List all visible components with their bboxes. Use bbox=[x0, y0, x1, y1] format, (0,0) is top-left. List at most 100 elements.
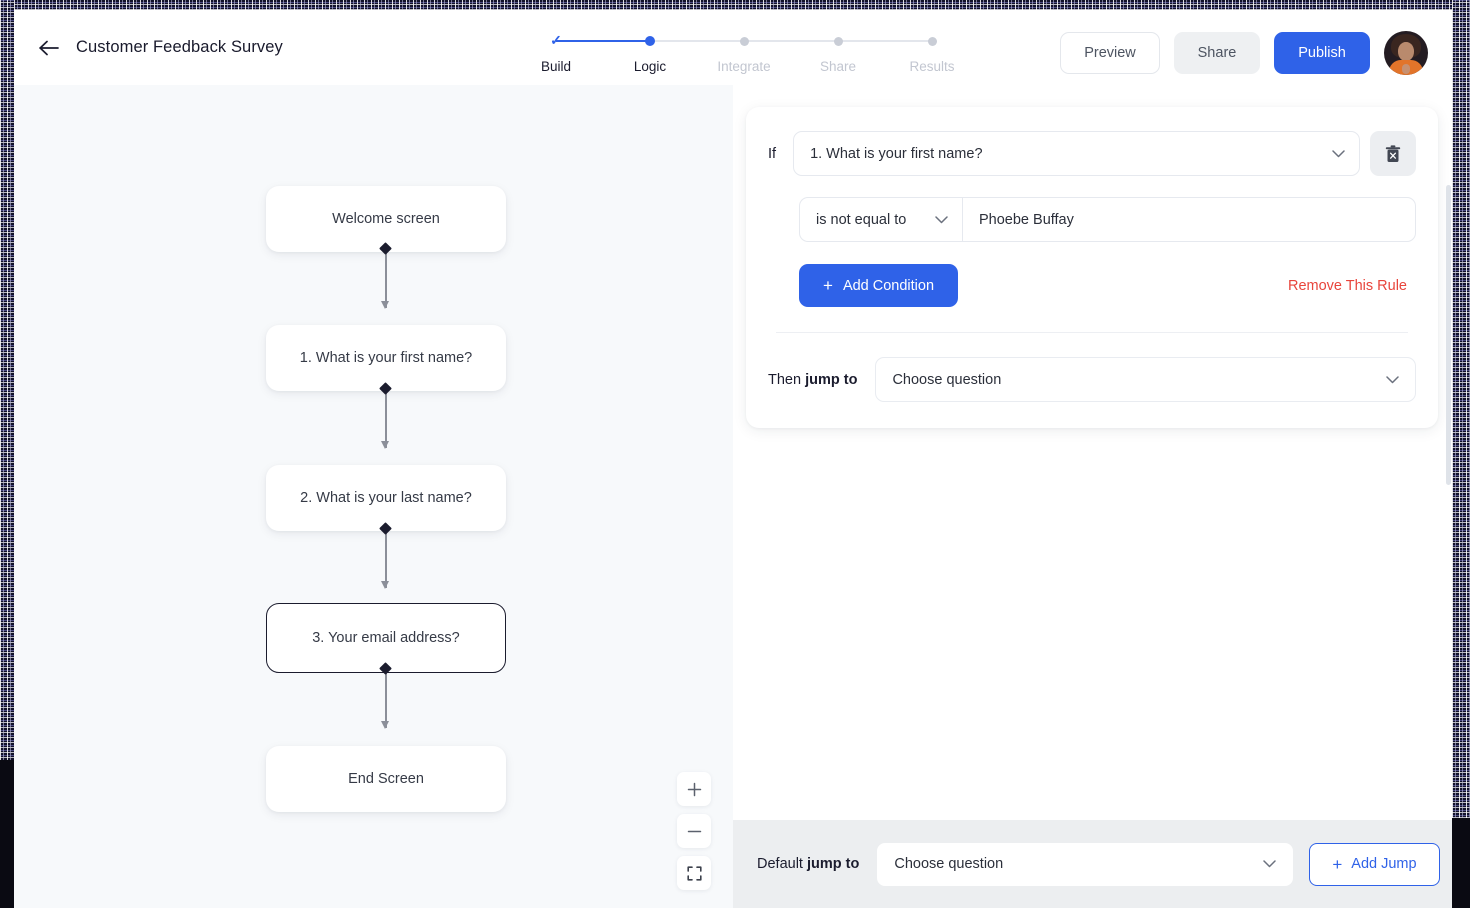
default-jump-bar: Default jump to Choose question + Add Ju… bbox=[733, 820, 1452, 908]
stepper-label-integrate: Integrate bbox=[717, 59, 770, 74]
logic-panel: If 1. What is your first name? bbox=[733, 85, 1452, 908]
flow-node-end-screen[interactable]: End Screen bbox=[266, 746, 506, 812]
stepper-line bbox=[650, 40, 744, 42]
rule-actions-row: + Add Condition Remove This Rule bbox=[799, 264, 1416, 307]
connector-line bbox=[385, 528, 387, 588]
flow-node-question-2[interactable]: 2. What is your last name? bbox=[266, 465, 506, 531]
app-root: Customer Feedback Survey ✓ Build Logic bbox=[0, 0, 1470, 908]
flow-node-label: 3. Your email address? bbox=[312, 630, 460, 646]
stepper-step-integrate[interactable]: Integrate bbox=[697, 32, 791, 74]
zoom-in-icon[interactable] bbox=[677, 772, 711, 806]
top-bar: Customer Feedback Survey ✓ Build Logic bbox=[14, 10, 1452, 85]
default-jump-to-select[interactable]: Choose question bbox=[877, 843, 1293, 886]
stepper-step-build[interactable]: ✓ Build bbox=[509, 32, 603, 74]
flow-node-label: 1. What is your first name? bbox=[300, 350, 472, 366]
connector-line bbox=[385, 248, 387, 308]
stepper-dot bbox=[928, 37, 937, 46]
header-actions: Preview Share Publish bbox=[1060, 31, 1428, 75]
edge-artifact-top bbox=[0, 0, 1470, 10]
stepper-label-share: Share bbox=[820, 59, 856, 74]
edge-artifact-left-band bbox=[0, 0, 14, 908]
stepper-label-build: Build bbox=[541, 59, 571, 74]
stepper-dot bbox=[834, 37, 843, 46]
stepper-line bbox=[744, 40, 838, 42]
preview-button[interactable]: Preview bbox=[1060, 32, 1160, 74]
add-jump-button[interactable]: + Add Jump bbox=[1309, 843, 1439, 886]
condition-operator-value: is not equal to bbox=[816, 212, 906, 228]
plus-icon: + bbox=[1332, 856, 1342, 873]
panel-scrollbar[interactable] bbox=[1446, 185, 1451, 485]
stepper: ✓ Build Logic Integrate bbox=[509, 32, 979, 84]
add-jump-label: Add Jump bbox=[1351, 856, 1416, 872]
trash-icon bbox=[1385, 145, 1401, 163]
flow-canvas[interactable]: Welcome screen 1. What is your first nam… bbox=[14, 85, 733, 908]
connector-line bbox=[385, 668, 387, 728]
avatar-hands bbox=[1402, 64, 1410, 74]
delete-rule-button[interactable] bbox=[1370, 131, 1416, 176]
plus-icon: + bbox=[823, 277, 833, 294]
default-jump-to-label: Default jump to bbox=[757, 856, 859, 872]
default-label-bold: jump to bbox=[807, 856, 859, 872]
condition-value-input[interactable]: Phoebe Buffay bbox=[962, 197, 1416, 242]
flow-node-question-1[interactable]: 1. What is your first name? bbox=[266, 325, 506, 391]
avatar[interactable] bbox=[1384, 31, 1428, 75]
default-label-normal: Default bbox=[757, 856, 807, 872]
check-icon: ✓ bbox=[550, 32, 562, 48]
stepper-step-logic[interactable]: Logic bbox=[603, 32, 697, 74]
stepper-label-logic: Logic bbox=[634, 59, 666, 74]
chevron-down-icon bbox=[1263, 856, 1276, 872]
then-label-normal: Then bbox=[768, 372, 805, 388]
then-jump-to-select[interactable]: Choose question bbox=[875, 357, 1416, 402]
connector-arrowhead bbox=[381, 721, 389, 729]
edge-artifact-left-solid bbox=[0, 760, 14, 908]
fit-to-screen-icon[interactable] bbox=[677, 856, 711, 890]
if-label: If bbox=[768, 146, 776, 162]
edge-artifact-right-solid bbox=[1452, 818, 1470, 908]
stepper-dot: ✓ bbox=[550, 32, 562, 50]
chevron-down-icon bbox=[1332, 148, 1345, 160]
remove-rule-link[interactable]: Remove This Rule bbox=[1288, 278, 1407, 294]
flow-connector-1 bbox=[385, 248, 386, 308]
condition-operator-select[interactable]: is not equal to bbox=[799, 197, 962, 242]
share-button[interactable]: Share bbox=[1174, 32, 1260, 74]
rule-then-row: Then jump to Choose question bbox=[768, 357, 1416, 402]
flow-node-label: Welcome screen bbox=[332, 211, 440, 227]
connector-arrowhead bbox=[381, 301, 389, 309]
stepper-label-results: Results bbox=[909, 59, 954, 74]
stepper-line bbox=[556, 40, 650, 42]
avatar-face bbox=[1398, 42, 1414, 61]
then-label-bold: jump to bbox=[805, 372, 857, 388]
flow-connector-3 bbox=[385, 528, 386, 588]
flow-node-label: End Screen bbox=[348, 771, 424, 787]
rule-question-value: 1. What is your first name? bbox=[810, 146, 982, 162]
stepper-dot bbox=[645, 36, 655, 46]
rule-divider bbox=[776, 332, 1408, 333]
chevron-down-icon bbox=[935, 212, 948, 228]
flow-connector-4 bbox=[385, 668, 386, 728]
page-title: Customer Feedback Survey bbox=[76, 38, 283, 57]
connector-line bbox=[385, 388, 387, 448]
default-jump-to-value: Choose question bbox=[894, 856, 1003, 872]
chevron-down-icon bbox=[1386, 372, 1399, 388]
connector-arrowhead bbox=[381, 581, 389, 589]
canvas-zoom-controls bbox=[677, 772, 711, 890]
back-arrow-icon[interactable] bbox=[32, 31, 66, 65]
rule-condition-row: is not equal to Phoebe Buffay bbox=[799, 197, 1416, 242]
stepper-step-share[interactable]: Share bbox=[791, 32, 885, 74]
zoom-out-icon[interactable] bbox=[677, 814, 711, 848]
add-condition-button[interactable]: + Add Condition bbox=[799, 264, 958, 307]
stepper-line bbox=[838, 40, 932, 42]
flow-connector-2 bbox=[385, 388, 386, 448]
add-condition-label: Add Condition bbox=[843, 278, 934, 294]
stepper-step-results[interactable]: Results bbox=[885, 32, 979, 74]
then-jump-to-value: Choose question bbox=[892, 372, 1001, 388]
connector-arrowhead bbox=[381, 441, 389, 449]
stepper-marker: ✓ bbox=[509, 32, 603, 50]
rule-question-select[interactable]: 1. What is your first name? bbox=[793, 131, 1360, 176]
rule-if-row: If 1. What is your first name? bbox=[768, 131, 1416, 176]
edge-artifact-right-band bbox=[1452, 0, 1470, 908]
then-jump-to-label: Then jump to bbox=[768, 372, 857, 388]
publish-button[interactable]: Publish bbox=[1274, 32, 1370, 74]
stepper-dot bbox=[740, 37, 749, 46]
logic-rule-card: If 1. What is your first name? bbox=[746, 107, 1438, 428]
